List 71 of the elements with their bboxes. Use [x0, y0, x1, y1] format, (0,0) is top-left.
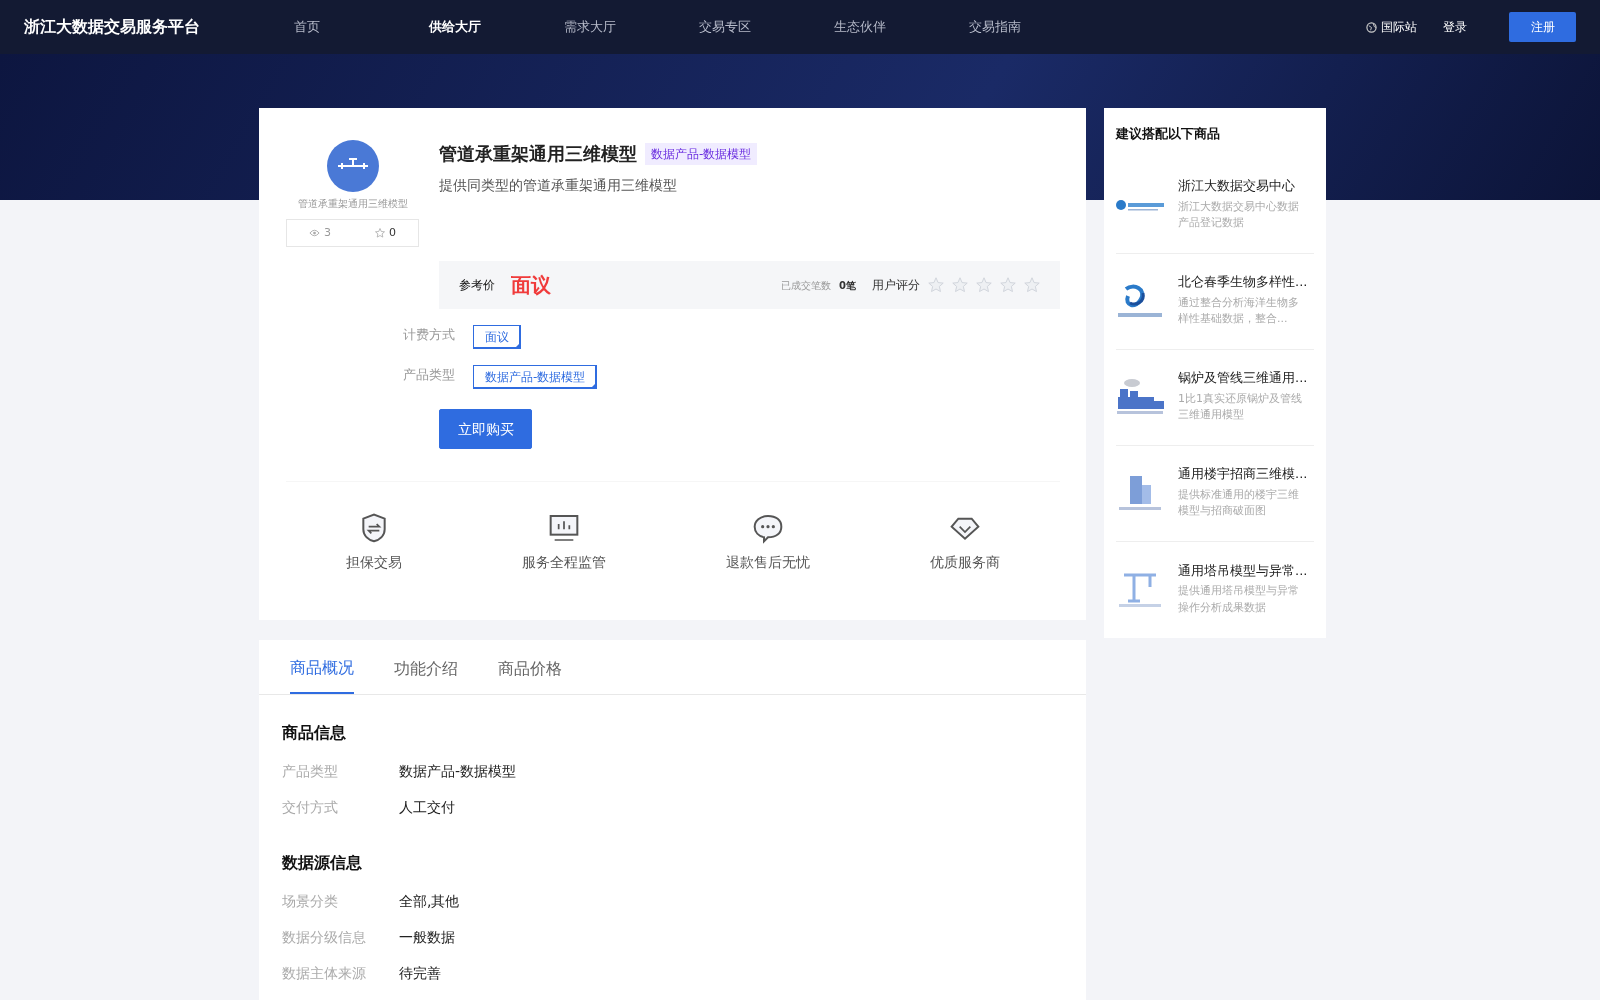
deals-count: 0笔	[839, 278, 856, 293]
nav-link[interactable]: 供给大厅	[429, 17, 564, 37]
suggestion-title: 锅炉及管线三维通用...	[1178, 370, 1308, 387]
nav-link[interactable]: 生态伙伴	[834, 17, 969, 37]
avatar-caption: 管道承重架通用三维模型	[297, 197, 408, 211]
suggestion-title: 北仑春季生物多样性...	[1178, 274, 1308, 291]
tab[interactable]: 商品概况	[290, 640, 354, 694]
deals-label: 已成交笔数	[781, 278, 832, 293]
globe-icon	[1366, 21, 1377, 33]
nav-link[interactable]: 首页	[294, 17, 429, 37]
suggestion-desc: 浙江大数据交易中心数据产品登记数据	[1178, 198, 1300, 232]
field-value: 全部,其他	[399, 891, 460, 911]
suggestion-title: 通用楼宇招商三维模...	[1178, 466, 1308, 483]
option-chip[interactable]: 数据产品-数据模型	[473, 365, 598, 389]
star-icon	[375, 228, 385, 238]
product-thumbnail	[1116, 379, 1166, 415]
feature-label: 优质服务商	[930, 553, 1000, 572]
field-label: 数据分级信息	[282, 927, 367, 947]
nav-link[interactable]: 交易指南	[969, 17, 1104, 37]
suggestion-item[interactable]: 浙江大数据交易中心 浙江大数据交易中心数据产品登记数据	[1116, 157, 1314, 254]
suggestion-title: 浙江大数据交易中心	[1178, 178, 1296, 195]
buy-button[interactable]: 立即购买	[439, 409, 532, 449]
option-chip[interactable]: 面议	[473, 325, 521, 349]
field-value: 数据产品-数据模型	[399, 761, 517, 781]
site-link[interactable]: 国际站	[1381, 18, 1417, 36]
feature-label: 服务全程监管	[522, 553, 606, 572]
field-label: 场景分类	[282, 891, 339, 911]
option-label: 计费方式	[403, 326, 456, 344]
price-label: 参考价	[459, 277, 495, 294]
star-icon	[1000, 277, 1016, 293]
field-label: 数据主体来源	[282, 963, 367, 983]
category-tag: 数据产品-数据模型	[645, 142, 758, 165]
suggestion-desc: 提供通用塔吊模型与异常操作分析成果数据	[1178, 583, 1300, 616]
suggestion-desc: 通过整合分析海洋生物多样性基础数据，整合...	[1178, 294, 1300, 328]
tab[interactable]: 商品价格	[498, 640, 562, 694]
star-icon	[952, 277, 968, 293]
panel-title: 建议搭配以下商品	[1116, 125, 1221, 143]
price-value: 面议	[511, 272, 551, 299]
monitor-icon	[548, 512, 580, 544]
suggestion-item[interactable]: 通用塔吊模型与异常... 提供通用塔吊模型与异常操作分析成果数据	[1116, 541, 1314, 638]
product-subtitle: 提供同类型的管道承重架通用三维模型	[439, 176, 678, 195]
suggestion-item[interactable]: 北仑春季生物多样性... 通过整合分析海洋生物多样性基础数据，整合...	[1116, 253, 1314, 350]
star-icon	[976, 277, 992, 293]
favorite-count: 0	[389, 224, 396, 241]
field-label: 交付方式	[282, 797, 339, 817]
product-title: 管道承重架通用三维模型	[439, 142, 637, 166]
product-thumbnail	[1116, 199, 1166, 211]
nav-link[interactable]: 需求大厅	[564, 17, 699, 37]
field-label: 产品类型	[282, 761, 339, 781]
login-link[interactable]: 登录	[1443, 18, 1467, 36]
field-value: 人工交付	[399, 797, 455, 817]
feature-label: 退款售后无忧	[726, 553, 810, 572]
section-title: 数据源信息	[282, 852, 363, 874]
option-label: 产品类型	[403, 366, 456, 384]
section-title: 商品信息	[282, 722, 347, 744]
star-icon	[928, 277, 944, 293]
corner-mark-icon	[590, 382, 598, 389]
feature-label: 担保交易	[346, 553, 402, 572]
field-value: 一般数据	[399, 927, 455, 947]
star-icon	[1024, 277, 1040, 293]
rating-label: 用户评分	[872, 277, 920, 294]
corner-mark-icon	[514, 342, 521, 349]
chat-icon	[752, 512, 784, 544]
tab[interactable]: 功能介绍	[394, 640, 458, 694]
view-count: 3	[324, 224, 331, 241]
field-value: 待完善	[399, 963, 441, 983]
nav-link[interactable]: 交易专区	[699, 17, 834, 37]
register-button[interactable]: 注册	[1509, 12, 1576, 42]
eye-icon	[309, 229, 320, 237]
suggestion-title: 通用塔吊模型与异常...	[1178, 562, 1308, 580]
site-logo[interactable]: 浙江大数据交易服务平台	[24, 15, 294, 39]
